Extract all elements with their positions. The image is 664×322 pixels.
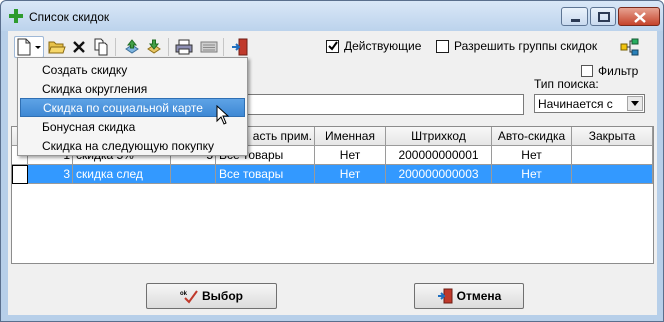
keyboard-button[interactable] bbox=[198, 36, 220, 58]
discount-name: скидка след bbox=[73, 165, 171, 184]
menu-item-create-discount[interactable]: Создать скидку bbox=[20, 60, 245, 79]
delete-x-icon bbox=[73, 41, 85, 53]
mouse-cursor-icon bbox=[216, 105, 230, 125]
maximize-button[interactable] bbox=[590, 7, 616, 26]
title-bar[interactable]: Список скидок bbox=[1, 1, 663, 31]
allow-groups-label: Разрешить группы скидок bbox=[454, 39, 598, 53]
column-header[interactable]: Штрихкод bbox=[386, 127, 492, 146]
discount-list-window: Список скидок Действующие Разрешить груп… bbox=[0, 0, 664, 322]
copy-button[interactable] bbox=[90, 36, 112, 58]
discount-barcode: 200000000001 bbox=[386, 146, 492, 165]
filter-label: Фильтр bbox=[598, 64, 639, 78]
ok-check-icon: ok bbox=[180, 290, 198, 304]
minimize-icon bbox=[571, 19, 580, 22]
exit-button[interactable] bbox=[229, 36, 251, 58]
svg-text:ok: ok bbox=[180, 291, 188, 297]
print-icon bbox=[175, 39, 193, 55]
toolbar-separator bbox=[115, 38, 116, 56]
open-button[interactable] bbox=[46, 36, 68, 58]
app-plus-icon bbox=[9, 9, 23, 23]
discount-scope: Все товары bbox=[216, 165, 315, 184]
search-type-value: Начинается с bbox=[538, 97, 613, 111]
discount-auto: Нет bbox=[492, 146, 572, 165]
maximize-icon bbox=[598, 12, 610, 22]
discount-auto: Нет bbox=[492, 165, 572, 184]
upload-button[interactable] bbox=[121, 36, 143, 58]
toolbar-separator bbox=[223, 38, 224, 56]
print-button[interactable] bbox=[173, 36, 195, 58]
discount-named: Нет bbox=[315, 165, 386, 184]
new-doc-button[interactable] bbox=[14, 36, 44, 58]
row-indicator[interactable] bbox=[12, 165, 28, 184]
keyboard-icon bbox=[200, 41, 218, 53]
active-only-label: Действующие bbox=[344, 39, 422, 53]
check-mark-icon bbox=[327, 41, 338, 51]
new-discount-menu: Создать скидку Скидка округления Скидка … bbox=[17, 57, 248, 156]
select-button[interactable]: ok Выбор bbox=[146, 283, 277, 309]
menu-item-bonus-discount[interactable]: Бонусная скидка bbox=[20, 117, 245, 136]
toolbar-separator bbox=[168, 38, 169, 56]
column-header[interactable]: Авто-скидка bbox=[492, 127, 572, 146]
checkbox-box[interactable] bbox=[581, 65, 593, 77]
filter-checkbox[interactable]: Фильтр bbox=[581, 64, 638, 78]
active-only-checkbox[interactable]: Действующие bbox=[326, 39, 421, 53]
copy-icon bbox=[94, 38, 108, 56]
search-type-select[interactable]: Начинается с bbox=[534, 94, 645, 113]
discount-named: Нет bbox=[315, 146, 386, 165]
cancel-button[interactable]: Отмена bbox=[414, 283, 524, 309]
search-type-label: Тип поиска: bbox=[534, 77, 599, 91]
exit-door-icon bbox=[437, 288, 453, 304]
minimize-button[interactable] bbox=[561, 7, 588, 26]
close-button[interactable] bbox=[618, 7, 660, 26]
window-title: Список скидок bbox=[29, 10, 110, 24]
cancel-button-label: Отмена bbox=[456, 289, 502, 303]
upload-icon bbox=[125, 39, 139, 54]
checkbox-box[interactable] bbox=[326, 39, 339, 53]
menu-item-social-card-discount[interactable]: Скидка по социальной карте bbox=[20, 98, 245, 117]
open-folder-icon bbox=[48, 41, 66, 54]
dropdown-arrow-button[interactable] bbox=[627, 96, 643, 111]
chevron-down-icon bbox=[631, 101, 639, 106]
tree-view-icon[interactable] bbox=[619, 36, 641, 58]
row-number: 3 bbox=[28, 165, 73, 184]
allow-groups-checkbox[interactable]: Разрешить группы скидок bbox=[436, 39, 597, 53]
download-button[interactable] bbox=[143, 36, 165, 58]
column-header[interactable]: Закрыта bbox=[572, 127, 653, 146]
exit-door-icon bbox=[232, 38, 248, 56]
discount-closed bbox=[572, 165, 653, 184]
menu-item-rounding-discount[interactable]: Скидка округления bbox=[20, 79, 245, 98]
discount-barcode: 200000000003 bbox=[386, 165, 492, 184]
menu-item-next-purchase-discount[interactable]: Скидка на следующую покупку bbox=[20, 136, 245, 155]
close-icon bbox=[634, 12, 646, 23]
download-icon bbox=[147, 39, 161, 54]
select-button-label: Выбор bbox=[202, 289, 243, 303]
discount-closed bbox=[572, 146, 653, 165]
table-row-selected[interactable]: 3 скидка след Все товары Нет 20000000000… bbox=[12, 165, 653, 184]
discount-percent bbox=[171, 165, 216, 184]
delete-button[interactable] bbox=[68, 36, 90, 58]
column-header[interactable]: Именная bbox=[315, 127, 386, 146]
new-doc-icon bbox=[17, 38, 41, 56]
checkbox-box[interactable] bbox=[436, 39, 449, 53]
